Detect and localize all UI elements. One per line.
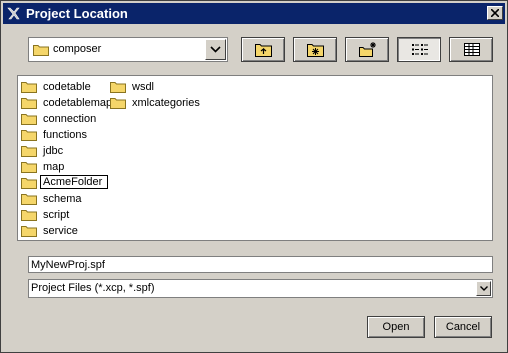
home-folder-icon <box>307 44 324 57</box>
project-location-dialog: Project Location composer codetable code… <box>0 0 508 353</box>
folder-icon <box>21 146 37 157</box>
folder-icon <box>21 226 37 237</box>
chevron-down-icon <box>210 46 221 53</box>
folder-icon <box>33 45 49 56</box>
folder-name: jdbc <box>43 145 64 157</box>
app-icon <box>7 7 20 20</box>
list-view-icon <box>412 44 428 55</box>
folder-name: script <box>43 209 70 221</box>
folder-icon <box>21 162 37 173</box>
home-button[interactable] <box>293 37 337 62</box>
close-button[interactable] <box>487 6 503 20</box>
folder-icon <box>110 98 126 109</box>
folder-icon <box>21 130 37 141</box>
details-view-button[interactable] <box>449 37 493 62</box>
file-type-dropdown-button[interactable] <box>476 281 491 296</box>
up-one-level-button[interactable] <box>241 37 285 62</box>
folder-name: map <box>43 161 65 173</box>
folder-name: connection <box>43 113 97 125</box>
look-in-dropdown-button[interactable] <box>205 39 226 60</box>
close-icon <box>491 9 499 17</box>
folder-icon <box>21 114 37 125</box>
folder-icon <box>21 98 37 109</box>
create-new-folder-button[interactable] <box>345 37 389 62</box>
current-folder-label: composer <box>53 43 102 55</box>
rename-folder-input[interactable] <box>40 175 108 189</box>
folder-name: xmlcategories <box>132 97 200 109</box>
file-type-selected: Project Files (*.xcp, *.spf) <box>31 282 155 294</box>
new-folder-icon <box>359 42 376 57</box>
folder-icon <box>110 82 126 93</box>
folder-name: codetable <box>43 81 91 93</box>
folder-icon <box>21 194 37 205</box>
folder-name: service <box>43 225 78 237</box>
chevron-down-icon <box>480 286 488 291</box>
up-folder-icon <box>255 44 272 57</box>
dialog-title: Project Location <box>26 6 128 21</box>
details-view-icon <box>464 43 480 56</box>
cancel-button[interactable]: Cancel <box>434 316 492 338</box>
file-name-input[interactable] <box>28 256 493 273</box>
look-in-combo[interactable]: composer <box>28 37 228 62</box>
list-view-button[interactable] <box>397 37 441 62</box>
folder-name: functions <box>43 129 88 141</box>
title-bar[interactable]: Project Location <box>3 3 505 24</box>
file-list[interactable]: codetable codetablemap connection functi… <box>17 75 493 241</box>
folder-name: codetablemap <box>43 97 113 109</box>
folder-icon <box>21 82 37 93</box>
folder-name: schema <box>43 193 82 205</box>
open-button[interactable]: Open <box>367 316 425 338</box>
folder-icon <box>21 210 37 221</box>
folder-name: wsdl <box>132 81 155 93</box>
folder-icon <box>21 178 37 189</box>
file-type-select[interactable]: Project Files (*.xcp, *.spf) <box>28 279 493 298</box>
